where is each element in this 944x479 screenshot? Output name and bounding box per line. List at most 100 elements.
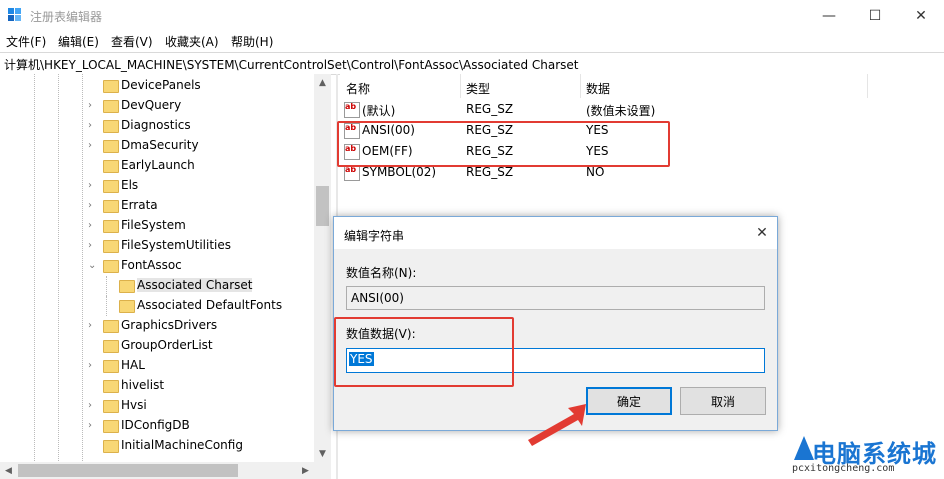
scroll-right-icon[interactable]: ▶ — [297, 462, 314, 479]
scroll-up-icon[interactable]: ▲ — [314, 74, 331, 91]
chevron-right-icon[interactable]: › — [88, 220, 98, 232]
close-button[interactable]: ✕ — [898, 0, 944, 31]
tree-item-label: EarlyLaunch — [121, 158, 195, 172]
value-data: (数值未设置) — [586, 104, 656, 118]
menu-edit[interactable]: 编辑(E) — [58, 33, 99, 50]
chevron-right-icon[interactable]: › — [88, 200, 98, 212]
tree-item[interactable]: › Hvsi — [0, 396, 315, 416]
tree-item[interactable]: Associated Charset — [0, 276, 315, 296]
tree-item-label: DevQuery — [121, 98, 182, 112]
tree-item[interactable]: Associated DefaultFonts — [0, 296, 315, 316]
tree-item[interactable]: › FileSystem — [0, 216, 315, 236]
menu-file[interactable]: 文件(F) — [6, 33, 46, 50]
window-title: 注册表编辑器 — [30, 10, 103, 24]
registry-tree[interactable]: DevicePanels › DevQuery › Diagnostics › DmaSec… — [0, 74, 331, 479]
tree-item-label: FileSystem — [121, 218, 186, 232]
value-type: REG_SZ — [466, 165, 514, 179]
tree-item-label: Hvsi — [121, 398, 147, 412]
value-row[interactable]: ab (默认) REG_SZ (数值未设置) — [340, 99, 940, 120]
folder-icon — [103, 120, 119, 133]
tree-item[interactable]: › GraphicsDrivers — [0, 316, 315, 336]
value-name: SYMBOL(02) — [362, 165, 437, 179]
column-header-data[interactable]: 数据 — [586, 80, 610, 97]
value-type: REG_SZ — [466, 102, 514, 116]
close-icon: ✕ — [756, 225, 768, 241]
watermark: 电脑系统城 pcxitongcheng.com — [792, 432, 944, 479]
dialog-title: 编辑字符串 — [344, 229, 405, 243]
column-divider[interactable] — [460, 74, 461, 98]
tree-item[interactable]: EarlyLaunch — [0, 156, 315, 176]
folder-icon — [103, 160, 119, 173]
value-name: (默认) — [362, 104, 396, 118]
minimize-button[interactable]: — — [806, 0, 852, 31]
value-name-label: 数值名称(N): — [346, 266, 417, 280]
tree-item-label: HAL — [121, 358, 145, 372]
chevron-right-icon[interactable]: › — [88, 400, 98, 412]
scroll-left-icon[interactable]: ◀ — [0, 462, 17, 479]
chevron-right-icon[interactable]: › — [88, 240, 98, 252]
column-header-name[interactable]: 名称 — [346, 80, 370, 97]
tree-item[interactable]: › HAL — [0, 356, 315, 376]
chevron-down-icon[interactable]: ⌄ — [88, 260, 98, 272]
tree-horizontal-scroll-thumb[interactable] — [18, 464, 238, 477]
maximize-icon: ☐ — [868, 7, 882, 24]
tree-item[interactable]: › Els — [0, 176, 315, 196]
tree-item[interactable]: › FileSystemUtilities — [0, 236, 315, 256]
column-divider[interactable] — [580, 74, 581, 98]
tree-item[interactable]: InitialMachineConfig — [0, 436, 315, 456]
tree-item[interactable]: GroupOrderList — [0, 336, 315, 356]
ok-button[interactable]: 确定 — [586, 387, 672, 415]
chevron-right-icon[interactable]: › — [88, 100, 98, 112]
tree-item-label: Errata — [121, 198, 158, 212]
highlight-box-values — [337, 121, 670, 167]
column-header-type[interactable]: 类型 — [466, 80, 490, 97]
folder-icon — [103, 320, 119, 333]
dialog-close-button[interactable]: ✕ — [747, 217, 777, 249]
chevron-right-icon[interactable]: › — [88, 360, 98, 372]
folder-icon — [119, 280, 135, 293]
chevron-right-icon[interactable]: › — [88, 120, 98, 132]
tree-item[interactable]: › IDConfigDB — [0, 416, 315, 436]
chevron-right-icon[interactable]: › — [88, 140, 98, 152]
tree-item-label: FontAssoc — [121, 258, 182, 272]
tree-item-label: DevicePanels — [121, 78, 201, 92]
tree-item[interactable]: DevicePanels — [0, 76, 315, 96]
tree-vertical-scrollbar[interactable]: ▲ ▼ — [314, 74, 331, 462]
tree-item[interactable]: › Errata — [0, 196, 315, 216]
watermark-url: pcxitongcheng.com — [792, 463, 895, 474]
folder-icon — [103, 180, 119, 193]
tree-guide-line — [106, 276, 107, 296]
tree-item[interactable]: hivelist — [0, 376, 315, 396]
folder-icon — [103, 100, 119, 113]
chevron-right-icon[interactable]: › — [88, 180, 98, 192]
menu-favorites[interactable]: 收藏夹(A) — [165, 33, 219, 50]
chevron-right-icon[interactable]: › — [88, 420, 98, 432]
tree-item[interactable]: ⌄ FontAssoc — [0, 256, 315, 276]
tree-item[interactable]: › DmaSecurity — [0, 136, 315, 156]
tree-item-label: DmaSecurity — [121, 138, 199, 152]
tree-vertical-scroll-thumb[interactable] — [316, 186, 329, 226]
folder-icon — [103, 220, 119, 233]
folder-icon — [103, 260, 119, 273]
tree-item-label: GroupOrderList — [121, 338, 213, 352]
tree-guide-line — [106, 296, 107, 316]
folder-icon — [103, 420, 119, 433]
tree-item-label: FileSystemUtilities — [121, 238, 231, 252]
column-divider[interactable] — [867, 74, 868, 98]
chevron-right-icon[interactable]: › — [88, 320, 98, 332]
tree-item-label: Diagnostics — [121, 118, 191, 132]
menu-help[interactable]: 帮助(H) — [231, 33, 273, 50]
folder-icon — [103, 80, 119, 93]
scroll-down-icon[interactable]: ▼ — [314, 445, 331, 462]
tree-item-label: hivelist — [121, 378, 165, 392]
menu-bar: 文件(F) 编辑(E) 查看(V) 收藏夹(A) 帮助(H) — [0, 31, 944, 51]
folder-icon — [103, 240, 119, 253]
maximize-button[interactable]: ☐ — [852, 0, 898, 31]
tree-item-label: Associated Charset — [137, 278, 253, 292]
tree-item[interactable]: › Diagnostics — [0, 116, 315, 136]
address-bar[interactable]: 计算机\HKEY_LOCAL_MACHINE\SYSTEM\CurrentCon… — [0, 52, 944, 75]
menu-view[interactable]: 查看(V) — [111, 33, 153, 50]
tree-item-label: Associated DefaultFonts — [137, 298, 283, 312]
cancel-button[interactable]: 取消 — [680, 387, 766, 415]
tree-item[interactable]: › DevQuery — [0, 96, 315, 116]
